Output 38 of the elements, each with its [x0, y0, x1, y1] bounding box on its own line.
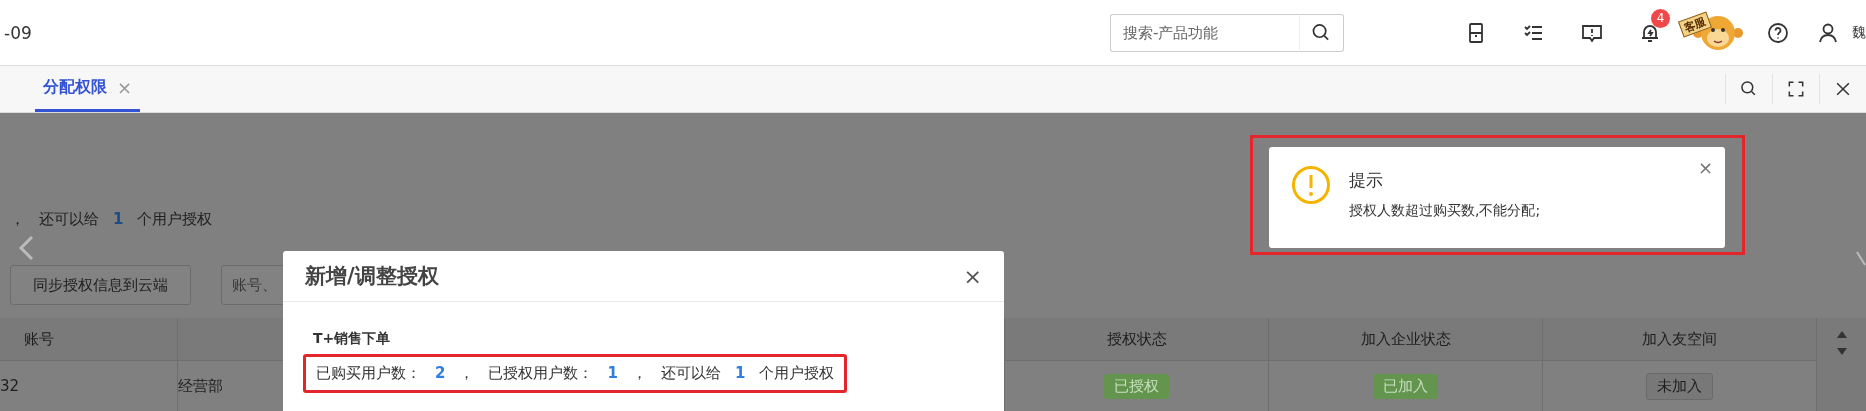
sync-button[interactable]: 同步授权信息到云端: [10, 265, 191, 305]
close-button[interactable]: ×: [963, 263, 982, 289]
summary-text: ，: [10, 210, 25, 229]
quota-text: 个用户授权: [759, 364, 835, 383]
quota-count: 2: [435, 364, 446, 383]
fullscreen-icon[interactable]: [1786, 79, 1806, 99]
product-name: T+销售下单: [313, 330, 391, 348]
notification-title: 提示: [1349, 169, 1384, 192]
summary-text: 个用户授权: [137, 210, 213, 229]
quota-text: 已购买用户数：: [316, 364, 421, 383]
help-icon[interactable]: [1766, 20, 1790, 45]
search-field[interactable]: 搜索-产品功能: [1110, 13, 1300, 52]
quota-text: 还可以给: [660, 364, 721, 383]
quota-text: ，: [631, 364, 647, 383]
status-tag: 已授权: [1104, 373, 1169, 399]
column-header: 加入企业状态: [1269, 318, 1543, 360]
quota-text: 已授权用户数：: [488, 364, 594, 383]
quota-count: 1: [607, 364, 618, 383]
date-text: -09: [4, 22, 32, 43]
scroll-up-icon[interactable]: [1836, 330, 1847, 338]
scroll-down-icon[interactable]: [1836, 348, 1847, 356]
quota-text: ，: [459, 364, 475, 383]
status-tag: 已加入: [1373, 373, 1438, 399]
close-button[interactable]: ×: [1697, 157, 1713, 178]
summary-count: 1: [113, 210, 124, 229]
column-header: 加入友空间: [1543, 318, 1817, 360]
column-header: 账号: [0, 318, 178, 360]
table-cell: 32: [0, 360, 178, 411]
user-name[interactable]: 魏: [1852, 23, 1866, 42]
scrollbar[interactable]: [1817, 318, 1866, 411]
notification-message: 授权人数超过购买数,不能分配;: [1349, 202, 1541, 220]
column-header: 授权状态: [1005, 318, 1269, 360]
summary-text: 还可以给: [39, 210, 99, 229]
quota-count: 1: [734, 364, 746, 383]
search-icon[interactable]: [1300, 13, 1344, 52]
status-tag: 未加入: [1646, 372, 1713, 400]
notification-badge: 4: [1651, 8, 1670, 28]
warning-icon: [1291, 165, 1331, 205]
